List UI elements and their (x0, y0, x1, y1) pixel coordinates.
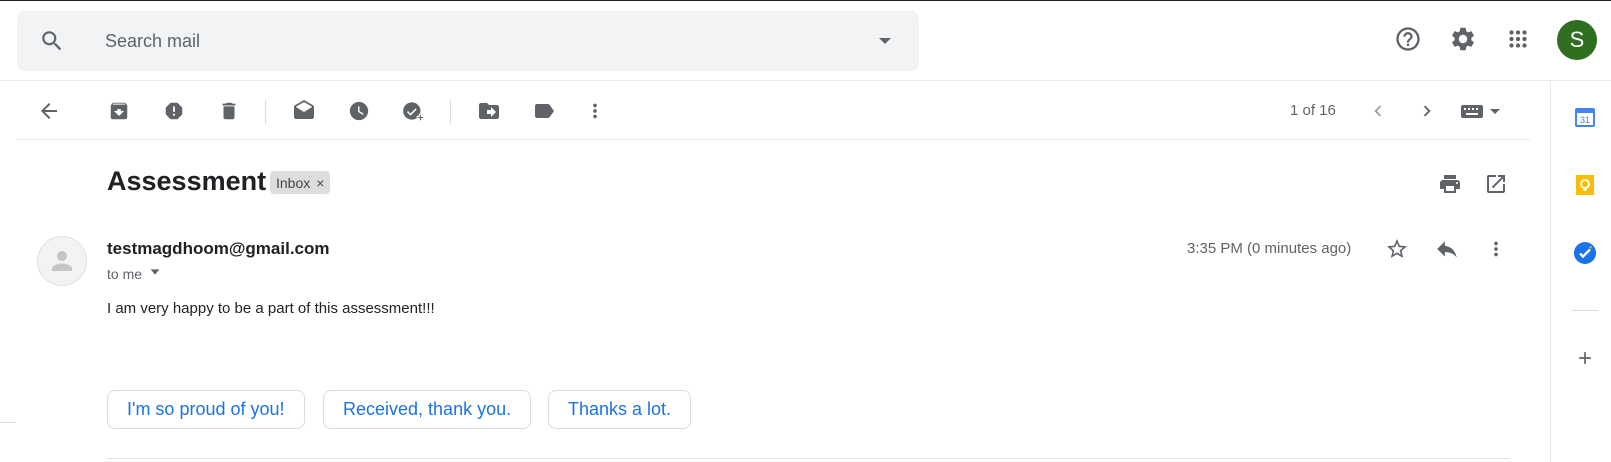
inbox-label-chip[interactable]: Inbox × (270, 171, 331, 194)
star-icon[interactable] (1384, 236, 1410, 262)
message-timestamp: 3:35 PM (0 minutes ago) (1187, 240, 1352, 257)
toolbar-divider (17, 139, 1530, 140)
search-icon[interactable] (39, 28, 65, 54)
side-panel-separator (1572, 310, 1598, 311)
toolbar-separator (265, 100, 266, 124)
label-icon[interactable] (531, 98, 557, 124)
back-arrow-icon[interactable] (36, 98, 62, 124)
message-bottom-divider (107, 458, 1510, 459)
help-icon[interactable] (1393, 24, 1423, 54)
inbox-label-text: Inbox (276, 174, 311, 191)
search-input[interactable]: Search mail (105, 31, 200, 52)
calendar-day-text: 31 (1580, 115, 1590, 125)
add-addon-plus-icon[interactable] (1572, 345, 1598, 371)
search-bar[interactable]: Search mail (17, 11, 919, 71)
tasks-icon[interactable] (1572, 240, 1598, 266)
input-tools-keyboard-icon[interactable] (1460, 98, 1504, 124)
sender-avatar[interactable] (37, 236, 87, 286)
smart-reply-button[interactable]: I'm so proud of you! (107, 390, 305, 429)
open-in-new-window-icon[interactable] (1483, 171, 1509, 197)
apps-grid-icon[interactable] (1503, 24, 1533, 54)
reply-icon[interactable] (1434, 236, 1460, 262)
show-details-caret-icon[interactable] (148, 265, 162, 282)
keep-icon[interactable] (1572, 172, 1598, 198)
side-panel-divider (1550, 81, 1551, 462)
add-to-tasks-icon[interactable] (401, 98, 427, 124)
settings-gear-icon[interactable] (1448, 24, 1478, 54)
older-chevron-right-icon[interactable] (1414, 98, 1440, 124)
search-options-caret-icon[interactable] (877, 33, 893, 49)
header-divider (0, 80, 1611, 81)
message-more-vert-icon[interactable] (1483, 236, 1509, 262)
person-icon (52, 251, 72, 271)
pagination-count: 1 of 16 (1290, 102, 1336, 119)
remove-label-icon[interactable]: × (316, 175, 324, 191)
more-vert-icon[interactable] (582, 98, 608, 124)
toolbar-separator (450, 100, 451, 124)
mark-unread-icon[interactable] (291, 98, 317, 124)
archive-icon[interactable] (106, 98, 132, 124)
recipient-text: to me (107, 265, 143, 282)
newer-chevron-left-icon[interactable] (1365, 98, 1391, 124)
delete-icon[interactable] (216, 98, 242, 124)
email-subject: Assessment (107, 166, 267, 196)
print-icon[interactable] (1437, 171, 1463, 197)
smart-reply-button[interactable]: Thanks a lot. (548, 390, 692, 429)
message-body: I am very happy to be a part of this ass… (107, 300, 435, 317)
calendar-icon[interactable]: 31 (1572, 104, 1598, 130)
snooze-icon[interactable] (346, 98, 372, 124)
smart-reply-button[interactable]: Received, thank you. (323, 390, 532, 429)
recipient-details[interactable]: to me (107, 265, 162, 282)
report-spam-icon[interactable] (161, 98, 187, 124)
account-avatar[interactable]: S (1557, 20, 1597, 60)
top-border (0, 0, 1611, 1)
left-divider-stub (0, 422, 16, 423)
sender-email[interactable]: testmagdhoom@gmail.com (107, 239, 330, 259)
move-to-icon[interactable] (476, 98, 502, 124)
